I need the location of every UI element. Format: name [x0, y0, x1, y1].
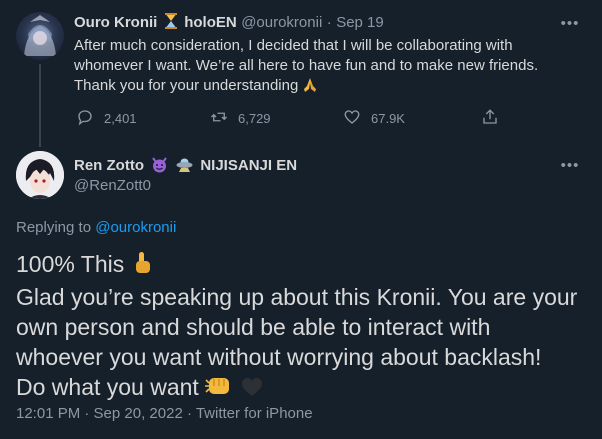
black-heart-icon: [240, 375, 264, 405]
reply-name-suffix: NIJISANJI EN: [200, 157, 298, 174]
replying-to-prefix: Replying to: [16, 219, 92, 236]
reply-text-line: Do what you want: [16, 372, 592, 405]
reply-icon: [76, 108, 94, 129]
reply-text-line: 100% This: [16, 249, 592, 282]
header-separator: ·: [326, 14, 332, 31]
ouro-kronii-avatar[interactable]: [16, 12, 64, 60]
ufo-icon: [176, 156, 193, 178]
reply-text-line: Glad you’re speaking up about this Kroni…: [16, 284, 578, 310]
heart-icon: [343, 108, 361, 129]
like-count: 67.9K: [371, 111, 405, 126]
reply-timestamp[interactable]: 12:01 PM · Sep 20, 2022 · Twitter for iP…: [16, 405, 313, 422]
like-action[interactable]: 67.9K: [343, 108, 405, 129]
original-text-line: Thank you for your understanding: [74, 76, 574, 99]
more-icon[interactable]: •••: [558, 11, 582, 35]
folded-hands-icon: [302, 77, 318, 99]
original-date[interactable]: Sep 19: [336, 14, 384, 31]
thread-connector-line: [39, 64, 41, 147]
share-action[interactable]: [481, 108, 499, 129]
original-tweet-header: Ouro Kronii holoEN @ourokronii · Sep 19: [74, 13, 384, 34]
smiling-devil-icon: [151, 156, 168, 178]
original-handle[interactable]: @ourokronii: [241, 14, 322, 31]
original-tweet-text: After much consideration, I decided that…: [74, 36, 574, 99]
reply-text-line: whoever you want without worrying about …: [16, 344, 542, 370]
reply-tweet-text: 100% This Glad you’re speaking up about …: [16, 249, 592, 405]
reply-header-name-row: Ren Zotto NIJISANJI EN: [74, 156, 297, 178]
retweet-count: 6,729: [238, 111, 271, 126]
replying-to: Replying to @ourokronii: [16, 219, 176, 236]
reply-text-line5: Do what you want: [16, 374, 199, 400]
reply-display-name[interactable]: Ren Zotto: [74, 157, 144, 174]
reply-handle[interactable]: @RenZott0: [74, 177, 151, 194]
original-display-name[interactable]: Ouro Kronii: [74, 14, 157, 31]
reply-count: 2,401: [104, 111, 137, 126]
more-icon[interactable]: •••: [558, 153, 582, 177]
original-text-line: After much consideration, I decided that…: [74, 37, 513, 54]
original-name-suffix: holoEN: [184, 14, 237, 31]
retweet-icon: [210, 108, 228, 129]
original-text-line3: Thank you for your understanding: [74, 77, 299, 94]
hourglass-icon: [164, 13, 178, 34]
reply-text-line1: 100% This: [16, 251, 125, 277]
retweet-action[interactable]: 6,729: [210, 108, 271, 129]
ren-zotto-avatar[interactable]: [16, 151, 64, 199]
reply-action[interactable]: 2,401: [76, 108, 137, 129]
pointing-up-icon: [131, 251, 153, 282]
share-icon: [481, 108, 499, 129]
replying-to-handle-link[interactable]: @ourokronii: [95, 219, 176, 236]
original-text-line: whomever I want. We’re all here to have …: [74, 57, 539, 74]
reply-text-line: own person and should be able to interac…: [16, 314, 491, 340]
oncoming-fist-icon: [205, 374, 233, 405]
